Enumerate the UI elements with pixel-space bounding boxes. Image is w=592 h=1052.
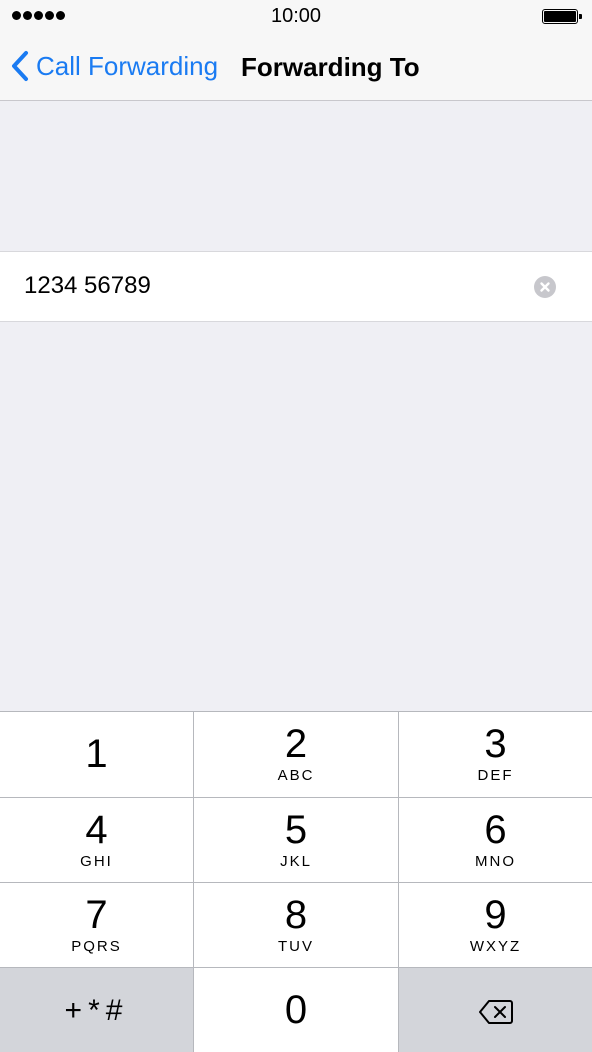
key-9[interactable]: 9 WXYZ xyxy=(399,883,592,968)
key-digit: 2 xyxy=(284,722,308,766)
key-digit: 9 xyxy=(484,893,507,937)
page-title: Forwarding To xyxy=(241,52,420,82)
key-digit: 6 xyxy=(484,808,507,852)
back-button[interactable]: Call Forwarding xyxy=(10,50,218,82)
key-letters: TUV xyxy=(278,938,314,955)
key-digit: 8 xyxy=(284,893,308,937)
key-letters: DEF xyxy=(477,767,514,784)
backspace-icon xyxy=(479,1000,513,1024)
key-letters: MNO xyxy=(475,853,516,870)
key-digit: 7 xyxy=(85,893,108,937)
status-bar: 10:00 xyxy=(0,0,592,34)
chevron-left-icon xyxy=(12,51,28,81)
key-letters: PQRS xyxy=(71,938,122,955)
keypad-row: +*# 0 xyxy=(0,968,592,1052)
key-7[interactable]: 7 PQRS xyxy=(0,883,193,968)
navigation-bar: Call Forwarding Forwarding To xyxy=(0,34,592,101)
forwarding-number-field[interactable]: 1234 56789 xyxy=(0,251,592,322)
key-digit: 5 xyxy=(284,808,308,852)
key-digit: 4 xyxy=(85,808,108,852)
symbols-key[interactable]: +*# xyxy=(0,968,193,1052)
symbols-label: +*# xyxy=(64,994,129,1027)
status-time: 10:00 xyxy=(270,5,322,27)
keypad-divider xyxy=(193,712,194,1052)
forwarding-number-value[interactable]: 1234 56789 xyxy=(24,272,151,300)
key-2[interactable]: 2 ABC xyxy=(194,712,398,797)
key-3[interactable]: 3 DEF xyxy=(399,712,592,797)
keypad-divider xyxy=(0,882,592,883)
keypad-row: 1 2 ABC 3 DEF xyxy=(0,712,592,797)
keypad-divider xyxy=(398,712,399,1052)
keypad-row: 4 GHI 5 JKL 6 MNO xyxy=(0,798,592,883)
number-keypad: 1 2 ABC 3 DEF 4 GHI 5 JKL 6 MNO 7 PQRS 8… xyxy=(0,711,592,1052)
key-letters: WXYZ xyxy=(469,938,522,955)
key-digit: 1 xyxy=(85,732,108,776)
battery-icon xyxy=(542,9,582,24)
back-label: Call Forwarding xyxy=(36,50,219,81)
keypad-divider xyxy=(0,967,592,968)
key-letters: ABC xyxy=(277,767,315,784)
delete-key[interactable] xyxy=(399,968,592,1052)
key-0[interactable]: 0 xyxy=(194,968,398,1052)
key-digit: 0 xyxy=(284,988,308,1032)
key-digit: 3 xyxy=(484,722,507,766)
key-letters: GHI xyxy=(80,853,113,870)
keypad-divider xyxy=(0,797,592,798)
key-8[interactable]: 8 TUV xyxy=(194,883,398,968)
key-6[interactable]: 6 MNO xyxy=(399,798,592,883)
key-letters: JKL xyxy=(280,853,312,870)
key-1[interactable]: 1 xyxy=(0,712,193,797)
key-4[interactable]: 4 GHI xyxy=(0,798,193,883)
key-5[interactable]: 5 JKL xyxy=(194,798,398,883)
keypad-row: 7 PQRS 8 TUV 9 WXYZ xyxy=(0,883,592,968)
clear-circle-icon[interactable] xyxy=(534,276,556,298)
